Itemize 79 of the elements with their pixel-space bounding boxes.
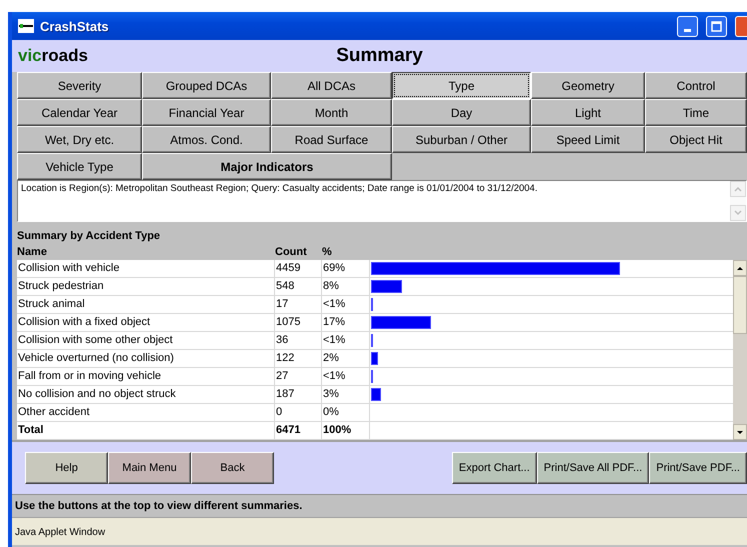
action-button[interactable]: Main Menu [108,452,191,484]
column-header: Name [17,245,48,260]
summary-tab[interactable]: Vehicle Type [17,153,142,180]
table-cell: Struck pedestrian [17,278,275,295]
summary-tab[interactable]: Control [645,72,747,99]
table-cell: Collision with vehicle [17,260,275,277]
bar [371,388,382,401]
summary-tab[interactable]: Day [392,99,531,126]
table-cell: 4459 [275,260,322,277]
table-cell: 548 [275,278,322,295]
action-button[interactable]: Print/Save PDF... [649,452,747,484]
scrollbar[interactable] [733,260,747,440]
action-button[interactable]: Print/Save All PDF... [536,452,650,484]
table-cell: 36 [275,332,322,349]
summary-tab[interactable]: Month [271,99,392,126]
summary-tab[interactable]: Road Surface [271,126,392,153]
minimize-icon [684,28,691,32]
table-cell: 0% [322,404,370,421]
close-button[interactable] [735,16,747,36]
summary-tab[interactable]: Light [531,99,645,126]
applet-window-label: Java Applet Window [12,517,747,545]
summary-tab[interactable]: Grouped DCAs [142,72,271,99]
action-button[interactable]: Export Chart... [452,452,537,484]
app-icon [18,19,34,33]
column-header: Count [275,245,308,260]
table-cell: 1075 [275,314,322,331]
minimize-button[interactable] [677,16,698,36]
summary-tab[interactable]: Speed Limit [531,126,645,153]
table-cell: 0 [275,404,322,421]
table-cell: 69% [322,260,370,277]
bar [371,280,402,293]
table-cell: 17% [322,314,370,331]
action-button[interactable]: Back [191,452,274,484]
summary-tab[interactable]: Severity [17,72,142,99]
summary-tab[interactable]: Suburban / Other [392,126,531,153]
action-button[interactable]: Help [25,452,108,484]
table-cell: 2% [322,350,370,367]
maximize-icon [711,20,722,32]
vicroads-logo: vicroads [18,46,89,66]
total-cell: 100% [322,422,370,439]
summary-tab[interactable]: Time [645,99,747,126]
table-cell: 3% [322,386,370,403]
table-cell: Collision with some other object [17,332,275,349]
summary-tab[interactable]: Object Hit [645,126,747,153]
total-cell: Total [17,422,275,439]
table-cell: Vehicle overturned (no collision) [17,350,275,367]
summary-tab[interactable]: All DCAs [271,72,392,99]
table-cell: 17 [275,296,322,313]
summary-tab[interactable]: Atmos. Cond. [142,126,271,153]
table-cell: Fall from or in moving vehicle [17,368,275,385]
summary-tab[interactable]: Type [392,72,531,99]
summary-tab[interactable]: Geometry [531,72,645,99]
table-cell: 27 [275,368,322,385]
table-cell: Struck animal [17,296,275,313]
table-cell: <1% [322,368,370,385]
query-description: Location is Region(s): Metropolitan Southeast Region; Query: Casualty accidents; Date range is 01/01/2004 to 31/12/2004. [20,182,538,196]
column-header: % [322,245,333,260]
section-title: Summary by Accident Type [17,229,162,244]
page-title: Summary [336,45,423,67]
bar [371,352,378,365]
table-cell: 8% [322,278,370,295]
table-cell: <1% [322,332,370,349]
table-cell: Collision with a fixed object [17,314,275,331]
bar [371,316,432,329]
scroll-down-icon[interactable] [733,424,747,440]
table-cell: Other accident [17,404,275,421]
table-cell: 187 [275,386,322,403]
scroll-up-icon[interactable] [733,260,747,276]
summary-tab[interactable]: Calendar Year [17,99,142,126]
summary-tab[interactable]: Major Indicators [142,153,392,180]
table-cell: 122 [275,350,322,367]
maximize-button[interactable] [706,16,727,36]
summary-tab[interactable]: Financial Year [142,99,271,126]
window-title: CrashStats [40,18,109,34]
table-cell: <1% [322,296,370,313]
scroll-thumb[interactable] [733,276,747,334]
total-cell: 6471 [275,422,322,439]
table-cell: No collision and no object struck [17,386,275,403]
summary-tab[interactable]: Wet, Dry etc. [17,126,142,153]
